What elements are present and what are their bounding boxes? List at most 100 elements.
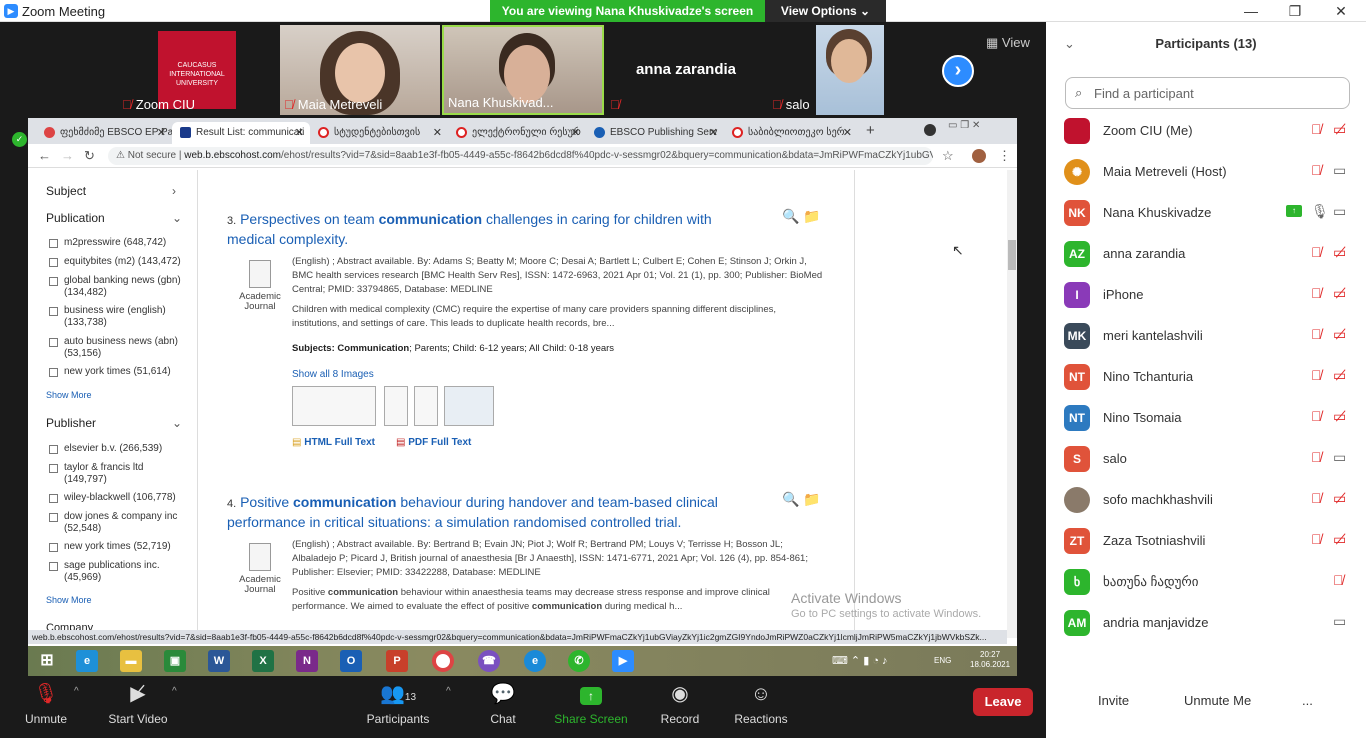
participant-search-input[interactable]: ⌕ Find a participant: [1065, 77, 1350, 109]
leave-button[interactable]: Leave: [973, 688, 1033, 716]
participant-row[interactable]: AM andria manjavidze ▭: [1046, 602, 1366, 643]
facet-checkbox[interactable]: taylor & francis ltd (149,797): [46, 462, 186, 486]
participant-row[interactable]: Zoom CIU (Me) 🎙̸ ▭̸: [1046, 110, 1366, 151]
scrollbar-thumb[interactable]: [1008, 240, 1016, 270]
next-page-arrow-icon[interactable]: ›: [942, 55, 974, 87]
add-folder-icon[interactable]: 📁: [803, 491, 820, 507]
close-tab-icon[interactable]: ✕: [157, 126, 166, 139]
facet-checkbox[interactable]: global banking news (gbn) (134,482): [46, 275, 186, 299]
facet-checkbox[interactable]: new york times (51,614): [46, 366, 186, 378]
new-tab-button[interactable]: +: [866, 122, 875, 139]
participant-row[interactable]: MK meri kantelashvili 🎙̸ ▭̸: [1046, 315, 1366, 356]
result-tools[interactable]: 🔍 📁: [782, 491, 821, 508]
add-folder-icon[interactable]: 📁: [803, 208, 820, 224]
show-more-link[interactable]: Show More: [46, 595, 92, 605]
participant-row[interactable]: ✺ Maia Metreveli (Host) 🎙̸ ▭: [1046, 151, 1366, 192]
participant-row[interactable]: IiPhone 🎙̸ ▭̸: [1046, 274, 1366, 315]
video-tile-zoom-ciu[interactable]: CAUCASUS INTERNATIONAL UNIVERSITY 🎙̸ Zoom C…: [118, 25, 278, 115]
facet-checkbox[interactable]: auto business news (abn) (53,156): [46, 336, 186, 360]
url-input[interactable]: ⚠ Not secure | web.b.ebscohost.com/ehost…: [108, 147, 933, 165]
participant-row[interactable]: AZ anna zarandia 🎙̸ ▭̸: [1046, 233, 1366, 274]
chrome-icon[interactable]: [432, 650, 454, 672]
facet-checkbox[interactable]: sage publications inc. (45,969): [46, 560, 186, 584]
invite-button[interactable]: Invite: [1086, 688, 1141, 713]
facet-checkbox[interactable]: m2presswire (648,742): [46, 237, 186, 249]
preview-icon[interactable]: 🔍: [782, 491, 799, 507]
folder-icon[interactable]: ▬: [120, 650, 142, 672]
close-tab-icon[interactable]: ✕: [709, 126, 718, 139]
facet-checkbox[interactable]: elsevier b.v. (266,539): [46, 443, 186, 455]
reload-icon[interactable]: ↻: [84, 148, 95, 164]
facet-checkbox[interactable]: wiley-blackwell (106,778): [46, 492, 186, 504]
view-options-button[interactable]: View Options ⌄: [765, 0, 886, 22]
close-tab-icon[interactable]: ✕: [433, 126, 442, 139]
participant-row[interactable]: NT Nino Tsomaia 🎙̸ ▭̸: [1046, 397, 1366, 438]
html-full-text-link[interactable]: ▤ HTML Full Text: [292, 437, 375, 448]
menu-dots-icon[interactable]: ⋮: [998, 148, 1011, 164]
video-tile-maia[interactable]: 🎙̸ Maia Metreveli: [280, 25, 440, 115]
video-tile-nana[interactable]: Nana Khuskivad...: [442, 25, 604, 115]
maximize-button[interactable]: ❐: [1272, 0, 1318, 22]
start-video-button[interactable]: ▶̸ Start Video: [104, 680, 172, 726]
taskbar-clock[interactable]: 20:27 18.06.2021: [970, 650, 1010, 670]
store-icon[interactable]: ▣: [164, 650, 186, 672]
browser-tab-active[interactable]: Result List: communicati ✕: [172, 122, 310, 144]
page-scrollbar[interactable]: [1007, 170, 1017, 638]
participant-row[interactable]: ZT Zaza Tsotniashvili 🎙̸ ▭̸: [1046, 520, 1366, 561]
preview-icon[interactable]: 🔍: [782, 208, 799, 224]
video-options-caret[interactable]: ^: [172, 686, 177, 697]
image-thumbnails[interactable]: [292, 386, 502, 428]
browser-tab[interactable]: სტუდენტებისთვის ✕: [310, 122, 448, 144]
profile-icon[interactable]: [924, 124, 936, 136]
bookmark-star-icon[interactable]: ☆: [942, 148, 954, 164]
close-tab-icon[interactable]: ✕: [295, 126, 304, 139]
facet-publication[interactable]: Publication ⌄: [46, 211, 182, 225]
unmute-button[interactable]: 🎙 Unmute: [20, 680, 72, 726]
unmute-me-button[interactable]: Unmute Me: [1172, 688, 1263, 713]
show-more-link[interactable]: Show More: [46, 390, 92, 400]
viber-icon[interactable]: ☎: [478, 650, 500, 672]
minimize-button[interactable]: —: [1228, 0, 1274, 22]
share-screen-button[interactable]: ↑ Share Screen: [554, 680, 628, 726]
whatsapp-icon[interactable]: ✆: [568, 650, 590, 672]
word-icon[interactable]: W: [208, 650, 230, 672]
forward-icon[interactable]: →: [61, 148, 74, 163]
zoom-app-icon[interactable]: ▶: [612, 650, 634, 672]
video-tile-anna[interactable]: anna zarandia 🎙̸: [606, 25, 766, 115]
show-images-link[interactable]: Show all 8 Images: [292, 369, 374, 380]
participant-row[interactable]: ხ ხათუნა ჩადური 🎙̸: [1046, 561, 1366, 602]
participant-row[interactable]: NK Nana Khuskivadze ↑ 🎙 ▭: [1046, 192, 1366, 233]
excel-icon[interactable]: X: [252, 650, 274, 672]
avatar[interactable]: [972, 149, 986, 163]
facet-checkbox[interactable]: business wire (english) (133,738): [46, 305, 186, 329]
tray-icons[interactable]: ⌨ ⌃ ▮ ◔ ♪: [832, 654, 888, 667]
browser-tab[interactable]: EBSCO Publishing Serv ✕: [586, 122, 724, 144]
participants-button[interactable]: 👥13 Participants: [362, 680, 434, 726]
audio-options-caret[interactable]: ^: [74, 686, 79, 697]
view-button[interactable]: ▦ View: [986, 35, 1030, 51]
facet-publisher[interactable]: Publisher ⌄: [46, 416, 182, 430]
powerpoint-icon[interactable]: P: [386, 650, 408, 672]
result-title-link[interactable]: 3. Perspectives on team communication ch…: [227, 210, 737, 248]
close-tab-icon[interactable]: ✕: [571, 126, 580, 139]
browser-tab[interactable]: ფეხმძიმე EBSCO EP Pac...✕: [36, 122, 172, 144]
windows-start-icon[interactable]: ⊞: [36, 650, 58, 672]
more-options-button[interactable]: ...: [1290, 688, 1325, 713]
pdf-full-text-link[interactable]: ▤ PDF Full Text: [396, 437, 471, 448]
chat-button[interactable]: 💬 Chat: [482, 680, 524, 726]
language-indicator[interactable]: ENG: [934, 656, 951, 665]
facet-checkbox[interactable]: dow jones & company inc (52,548): [46, 511, 186, 535]
browser-tab[interactable]: ელექტრონული რესურ ✕: [448, 122, 586, 144]
result-title-link[interactable]: 4. Positive communication behaviour duri…: [227, 493, 737, 531]
reactions-button[interactable]: ☺ Reactions: [730, 680, 792, 726]
facet-subject[interactable]: Subject ›: [46, 184, 176, 198]
facet-checkbox[interactable]: equitybites (m2) (143,472): [46, 256, 186, 268]
onenote-icon[interactable]: N: [296, 650, 318, 672]
record-button[interactable]: ◉ Record: [658, 680, 702, 726]
close-tab-icon[interactable]: ✕: [843, 126, 852, 139]
close-window-button[interactable]: ✕: [1318, 0, 1364, 22]
participant-row[interactable]: NT Nino Tchanturia 🎙̸ ▭̸: [1046, 356, 1366, 397]
ie-icon[interactable]: e: [76, 650, 98, 672]
outlook-icon[interactable]: O: [340, 650, 362, 672]
participant-row[interactable]: sofo machkhashvili 🎙̸ ▭̸: [1046, 479, 1366, 520]
